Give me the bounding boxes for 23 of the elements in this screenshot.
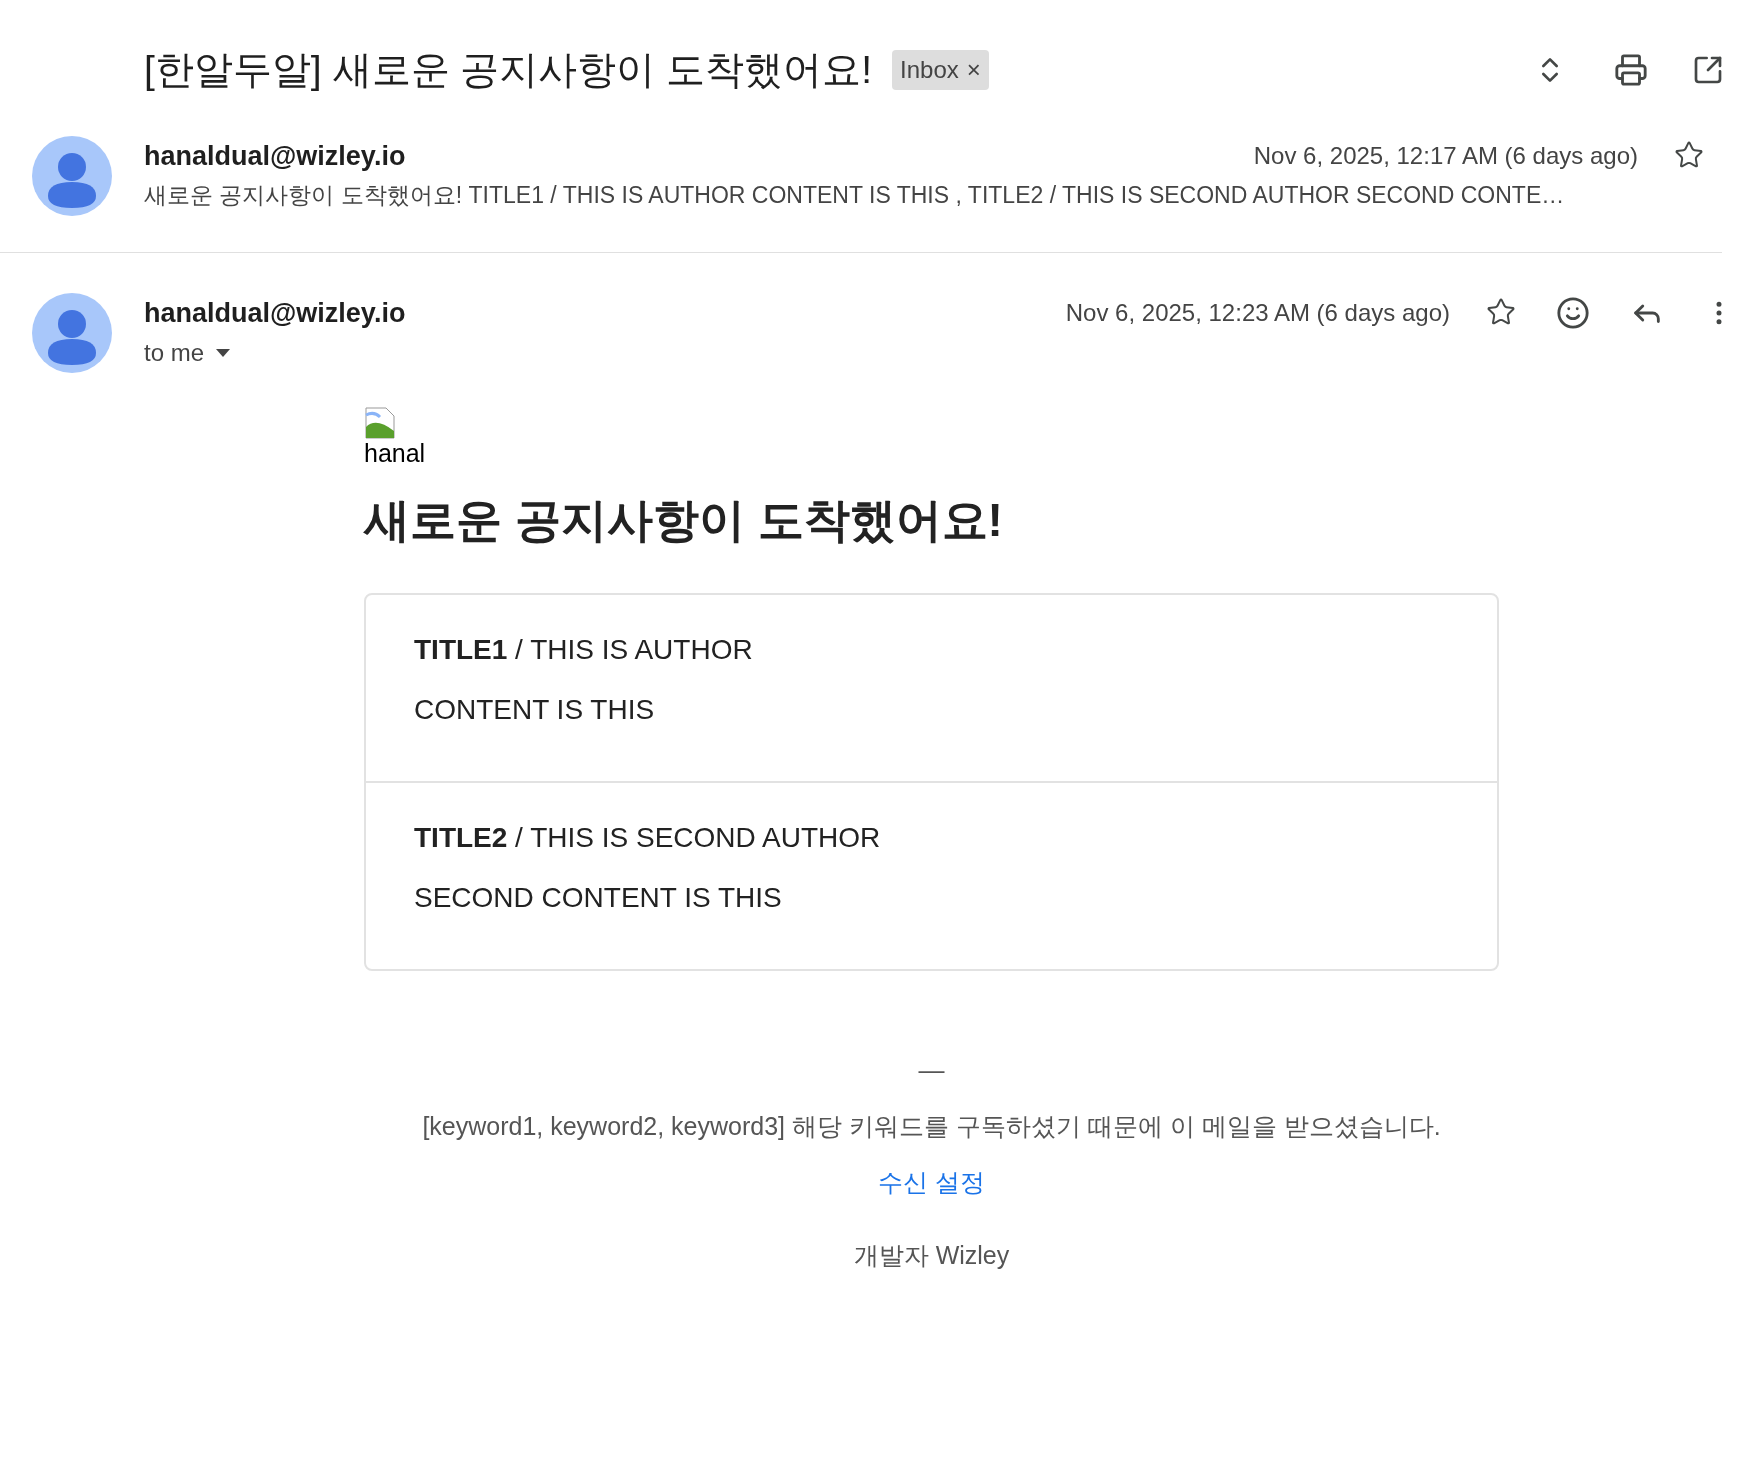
sender-email: hanaldual@wizley.io <box>144 296 406 330</box>
notice-heading: 새로운 공지사항이 도착했어요! <box>364 493 1004 548</box>
broken-image-icon <box>364 407 396 439</box>
remove-label-button[interactable]: × <box>966 52 981 88</box>
message-preview: 새로운 공지사항이 도착했어요! TITLE1 / THIS IS AUTHOR CONTENT IS THIS , TITLE2 / THIS IS SECOND AUTHOR SECOND CONTE… <box>144 181 1566 210</box>
notice-content: CONTENT IS THIS <box>414 693 656 727</box>
logo-alt-text: hanal <box>364 441 427 466</box>
sender-email: hanaldual@wizley.io <box>144 139 406 173</box>
caret-icon <box>216 349 231 357</box>
recipient-dropdown[interactable]: to me <box>144 335 231 371</box>
avatar-icon <box>32 136 112 216</box>
label-text: Inbox <box>900 55 959 85</box>
message-date: Nov 6, 2025, 12:23 AM (6 days ago) <box>1065 298 1450 328</box>
notice-content: SECOND CONTENT IS THIS <box>414 881 783 915</box>
notice-title: TITLE1 / THIS IS AUTHOR <box>414 633 754 667</box>
message-date: Nov 6, 2025, 12:17 AM (6 days ago) <box>1253 141 1638 171</box>
avatar-icon <box>32 293 112 373</box>
separator-dash: — <box>918 1054 945 1087</box>
subscription-note: [keyword1, keyword2, keyword3] 해당 키워드를 구독하셨기 때문에 이 메일을 받으셨습니다. <box>422 1111 1441 1142</box>
subscription-settings-link[interactable]: 수신 설정 <box>878 1163 985 1201</box>
notice-title: TITLE2 / THIS IS SECOND AUTHOR <box>414 821 882 855</box>
signature: 개발자 Wizley <box>853 1240 1010 1271</box>
email-subject: [한알두알] 새로운 공지사항이 도착했어요! <box>144 46 872 93</box>
